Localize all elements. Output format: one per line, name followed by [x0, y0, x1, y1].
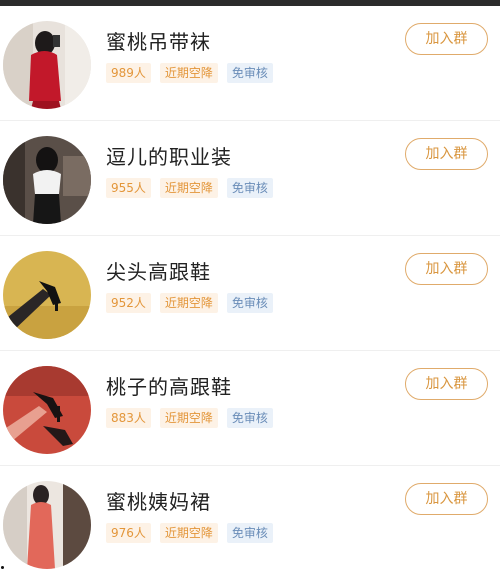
group-list: 蜜桃吊带袜 989人 近期空降 免审核 加入群 逗儿的职业装 955人 近期空降…: [0, 6, 500, 581]
group-title: 逗儿的职业装: [106, 145, 232, 169]
no-review-tag: 免审核: [226, 63, 273, 83]
group-tags: 883人 近期空降 免审核: [106, 408, 273, 428]
group-row[interactable]: 逗儿的职业装 955人 近期空降 免审核 加入群: [0, 121, 500, 236]
no-review-tag: 免审核: [226, 523, 273, 543]
no-review-tag: 免审核: [226, 178, 273, 198]
group-avatar: [3, 366, 91, 454]
recent-tag: 近期空降: [159, 408, 218, 428]
group-row[interactable]: 蜜桃吊带袜 989人 近期空降 免审核 加入群: [0, 6, 500, 121]
group-row[interactable]: 蜜桃姨妈裙 976人 近期空降 免审核 加入群: [0, 466, 500, 581]
join-group-button[interactable]: 加入群: [405, 253, 488, 285]
group-avatar: [3, 136, 91, 224]
group-tags: 955人 近期空降 免审核: [106, 178, 273, 198]
group-avatar: [3, 251, 91, 339]
group-row[interactable]: 桃子的高跟鞋 883人 近期空降 免审核 加入群: [0, 351, 500, 466]
recent-tag: 近期空降: [159, 293, 218, 313]
group-title: 蜜桃姨妈裙: [106, 490, 211, 514]
group-title: 桃子的高跟鞋: [106, 375, 232, 399]
page-indicator-dot: [1, 566, 4, 569]
join-group-button[interactable]: 加入群: [405, 483, 488, 515]
recent-tag: 近期空降: [159, 178, 218, 198]
group-tags: 952人 近期空降 免审核: [106, 293, 273, 313]
member-count-badge: 952人: [106, 293, 151, 313]
group-tags: 976人 近期空降 免审核: [106, 523, 273, 543]
no-review-tag: 免审核: [226, 408, 273, 428]
group-tags: 989人 近期空降 免审核: [106, 63, 273, 83]
group-row[interactable]: 尖头高跟鞋 952人 近期空降 免审核 加入群: [0, 236, 500, 351]
join-group-button[interactable]: 加入群: [405, 23, 488, 55]
join-group-button[interactable]: 加入群: [405, 138, 488, 170]
no-review-tag: 免审核: [226, 293, 273, 313]
recent-tag: 近期空降: [159, 523, 218, 543]
group-avatar: [3, 21, 91, 109]
group-title: 蜜桃吊带袜: [106, 30, 211, 54]
group-avatar: [3, 481, 91, 569]
join-group-button[interactable]: 加入群: [405, 368, 488, 400]
member-count-badge: 955人: [106, 178, 151, 198]
member-count-badge: 989人: [106, 63, 151, 83]
group-title: 尖头高跟鞋: [106, 260, 211, 284]
recent-tag: 近期空降: [159, 63, 218, 83]
member-count-badge: 976人: [106, 523, 151, 543]
member-count-badge: 883人: [106, 408, 151, 428]
